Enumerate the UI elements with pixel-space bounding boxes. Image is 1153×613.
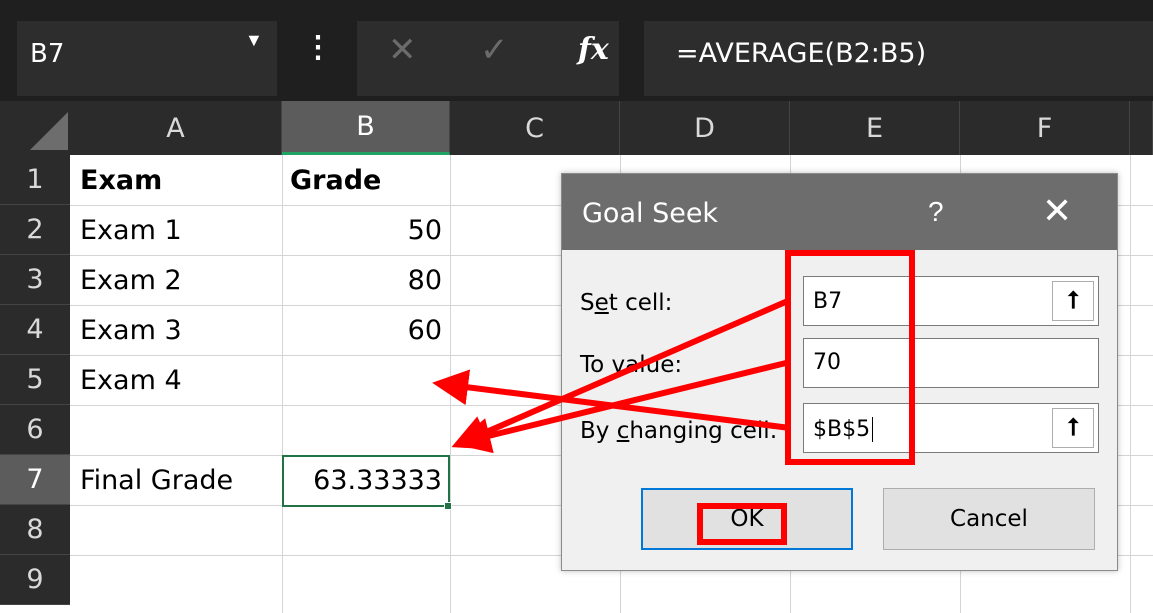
arrow-to-value-to-b7 bbox=[454, 359, 791, 454]
annotation-arrows bbox=[432, 297, 792, 454]
arrow-changing-cell-to-b5 bbox=[432, 369, 791, 431]
